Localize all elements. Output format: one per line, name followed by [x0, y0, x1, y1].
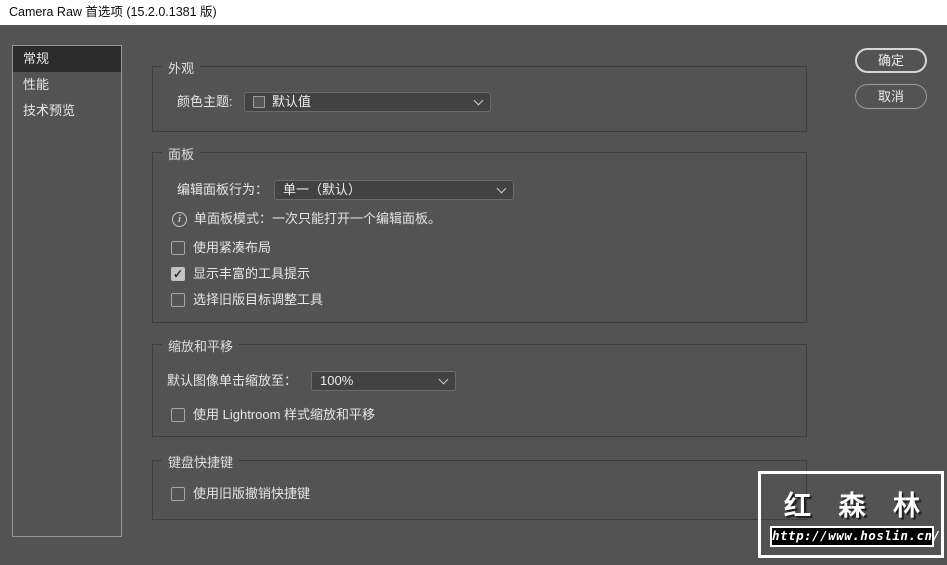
edit-panel-behavior-select[interactable]: 单一（默认）: [274, 180, 514, 200]
single-panel-info-text: 单面板模式：一次只能打开一个编辑面板。: [194, 211, 442, 226]
default-zoom-label: 默认图像单击缩放至：: [167, 373, 298, 388]
edit-panel-behavior-value: 单一（默认）: [283, 182, 362, 197]
rich-tooltips-row[interactable]: ✓ 显示丰富的工具提示: [171, 264, 310, 284]
default-zoom-select[interactable]: 100%: [311, 371, 456, 391]
keyboard-shortcuts-group: 键盘快捷键 ✓ 使用旧版撤销快捷键: [152, 452, 807, 520]
theme-swatch-icon: [253, 96, 265, 108]
watermark-brand-text: 红 森 林: [783, 491, 930, 521]
color-theme-value: 默认值: [272, 94, 312, 109]
rich-tooltips-checkbox[interactable]: ✓: [171, 267, 185, 281]
chevron-down-icon: [496, 183, 507, 193]
watermark-url: http://www.hoslin.cn/: [770, 526, 940, 547]
ok-button[interactable]: 确定: [855, 48, 927, 73]
sidebar-item-tech-previews[interactable]: 技术预览: [13, 98, 121, 124]
default-zoom-value: 100%: [320, 373, 354, 388]
legacy-undo-checkbox[interactable]: ✓: [171, 487, 185, 501]
zoom-pan-group: 缩放和平移 默认图像单击缩放至： 100% ✓ 使用 Lightroom 样式缩…: [152, 336, 807, 437]
color-theme-select[interactable]: 默认值: [244, 92, 491, 112]
checkbox-label: 使用 Lightroom 样式缩放和平移: [193, 407, 376, 422]
zoom-pan-group-title: 缩放和平移: [162, 336, 240, 355]
keyboard-group-title: 键盘快捷键: [162, 452, 240, 471]
panels-group-title: 面板: [162, 144, 201, 163]
appearance-group-title: 外观: [162, 58, 201, 77]
preferences-category-list: 常规 性能 技术预览: [12, 45, 122, 537]
checkbox-label: 使用紧凑布局: [193, 240, 272, 255]
lightroom-zoom-row[interactable]: ✓ 使用 Lightroom 样式缩放和平移: [171, 405, 375, 425]
sidebar-item-label: 性能: [23, 77, 50, 92]
panels-group: 面板 编辑面板行为： 单一（默认） i 单面板模式：一次只能打开一个编辑面板。 …: [152, 144, 807, 323]
window-title: Camera Raw 首选项 (15.2.0.1381 版): [9, 5, 217, 19]
color-theme-label: 颜色主题:: [177, 94, 233, 109]
sidebar-item-label: 技术预览: [23, 103, 76, 118]
appearance-group: 外观 颜色主题: 默认值: [152, 58, 807, 132]
sidebar-item-label: 常规: [23, 51, 50, 66]
legacy-target-adjust-checkbox[interactable]: ✓: [171, 293, 185, 307]
watermark-box: 红 森 林 http://www.hoslin.cn/: [758, 471, 944, 558]
sidebar-item-performance[interactable]: 性能: [13, 72, 121, 98]
info-icon: i: [172, 212, 187, 227]
edit-panel-behavior-label: 编辑面板行为：: [177, 182, 269, 197]
window-titlebar: Camera Raw 首选项 (15.2.0.1381 版): [0, 0, 947, 25]
cancel-button[interactable]: 取消: [855, 84, 927, 109]
legacy-undo-row[interactable]: ✓ 使用旧版撤销快捷键: [171, 484, 310, 504]
legacy-target-adjust-row[interactable]: ✓ 选择旧版目标调整工具: [171, 290, 323, 310]
checkmark-icon: ✓: [172, 267, 184, 281]
checkbox-label: 使用旧版撤销快捷键: [193, 486, 311, 501]
checkbox-label: 选择旧版目标调整工具: [193, 292, 324, 307]
chevron-down-icon: [438, 374, 449, 384]
camera-raw-preferences-window: Camera Raw 首选项 (15.2.0.1381 版) 常规 性能 技术预…: [0, 0, 947, 565]
compact-layout-row[interactable]: ✓ 使用紧凑布局: [171, 238, 271, 258]
chevron-down-icon: [473, 95, 484, 105]
lightroom-zoom-checkbox[interactable]: ✓: [171, 408, 185, 422]
preferences-dialog: 常规 性能 技术预览 确定 取消 外观 颜色主题: 默认值 面板 编辑面板行为：…: [0, 25, 947, 565]
checkbox-label: 显示丰富的工具提示: [193, 266, 311, 281]
sidebar-item-general[interactable]: 常规: [13, 46, 121, 72]
compact-layout-checkbox[interactable]: ✓: [171, 241, 185, 255]
